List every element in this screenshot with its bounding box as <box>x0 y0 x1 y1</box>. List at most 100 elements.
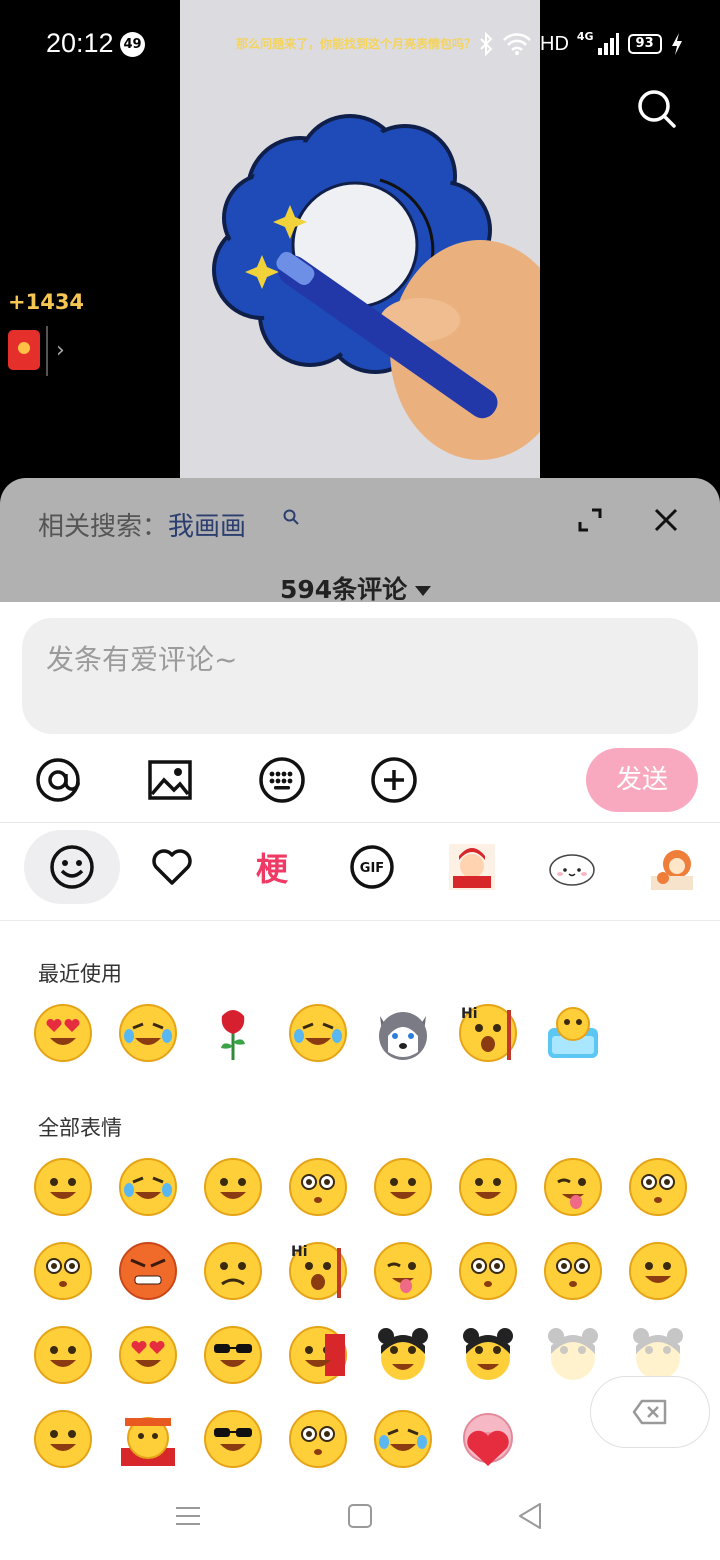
emoji-pig-29[interactable] <box>457 1408 519 1470</box>
emoji-fa-cai-19[interactable] <box>287 1324 349 1386</box>
emoji-wow-8[interactable] <box>32 1240 94 1302</box>
svg-text:Hi: Hi <box>461 1006 478 1022</box>
tab-geng-label: 梗 <box>255 850 288 888</box>
emoji-tongue-6[interactable] <box>542 1156 604 1218</box>
status-time: 20:12 <box>46 28 114 58</box>
comment-input[interactable]: 发条有爱评论~ <box>22 618 698 734</box>
battery-icon: 93 <box>627 34 662 54</box>
emoji-girl-21[interactable] <box>457 1324 519 1386</box>
emoji-wow-14[interactable] <box>542 1240 604 1302</box>
emoji-category-tabs: 梗 GIF <box>0 830 720 908</box>
tab-geng[interactable]: 梗 <box>224 830 320 904</box>
emoji-laugh-cry-28[interactable] <box>372 1408 434 1470</box>
emoji-laborday-25[interactable] <box>117 1408 179 1470</box>
emoji-girl-20[interactable] <box>372 1324 434 1386</box>
expand-icon[interactable] <box>576 506 604 534</box>
comment-panel-header: 相关搜索：我画画 594条评论 <box>0 478 720 604</box>
tab-favorites[interactable] <box>124 830 220 904</box>
system-nav-bar <box>0 1472 720 1560</box>
red-packet-icon[interactable] <box>8 330 40 370</box>
divider <box>0 822 720 823</box>
emoji-tongue-12[interactable] <box>372 1240 434 1302</box>
recent-emoji-laugh-cry-1[interactable] <box>117 1002 179 1064</box>
emoji-heart-eyes-17[interactable] <box>117 1324 179 1386</box>
backspace-icon <box>632 1399 667 1425</box>
home-icon[interactable] <box>344 1500 376 1532</box>
divider <box>0 920 720 921</box>
sticker-pack-fortune-icon <box>449 844 495 890</box>
image-icon[interactable] <box>144 754 196 806</box>
emoji-shades-26[interactable] <box>202 1408 264 1470</box>
svg-text:GIF: GIF <box>360 861 384 876</box>
emoji-smile-2[interactable] <box>202 1156 264 1218</box>
tab-sticker-pack-3[interactable] <box>624 830 720 904</box>
keyboard-icon[interactable] <box>256 754 308 806</box>
gif-icon: GIF <box>350 845 394 889</box>
chevron-right-icon[interactable]: › <box>56 338 65 363</box>
emoji-smile-0[interactable] <box>32 1156 94 1218</box>
search-icon <box>638 90 676 128</box>
recent-emoji-title: 最近使用 <box>38 962 122 986</box>
status-icons: HD 4G 93 <box>478 30 684 58</box>
hd-label: HD <box>540 32 569 55</box>
recent-emoji-sleep-6[interactable] <box>542 1002 604 1064</box>
comment-count[interactable]: 594条评论 <box>280 570 432 606</box>
comment-composer: 发条有爱评论~ 发送 梗 GIF 最近使用 Hi 全部表情 Hi <box>0 602 720 1560</box>
emoji-smile-24[interactable] <box>32 1408 94 1470</box>
network-label: 4G <box>576 29 594 43</box>
send-button[interactable]: 发送 <box>586 748 698 812</box>
smiley-icon <box>50 845 94 889</box>
wifi-icon <box>503 33 531 55</box>
ticker-text: 那么问题来了，你能找到这个月亮表情包吗？ <box>236 37 477 51</box>
tab-sticker-pack-2[interactable] <box>524 830 620 904</box>
all-emoji-title: 全部表情 <box>38 1116 122 1140</box>
caret-down-icon <box>415 586 432 596</box>
signal-icon <box>597 33 619 55</box>
svg-text:Hi: Hi <box>291 1244 308 1260</box>
backspace-button[interactable] <box>590 1376 710 1448</box>
emoji-smile-4[interactable] <box>372 1156 434 1218</box>
related-search[interactable]: 相关搜索：我画画 <box>38 506 246 543</box>
comment-count-label: 594条评论 <box>280 575 408 604</box>
sticker-pack-character-icon <box>651 850 693 890</box>
emoji-smile-5[interactable] <box>457 1156 519 1218</box>
divider <box>46 326 48 376</box>
related-search-keyword[interactable]: 我画画 <box>168 512 246 542</box>
emoji-wow-3[interactable] <box>287 1156 349 1218</box>
emoji-sad-10[interactable] <box>202 1240 264 1302</box>
recent-emoji-laugh-cry-3[interactable] <box>287 1002 349 1064</box>
back-icon[interactable] <box>514 1500 546 1532</box>
plus-icon[interactable] <box>368 754 420 806</box>
emoji-smile-16[interactable] <box>32 1324 94 1386</box>
mention-icon[interactable] <box>32 754 84 806</box>
emoji-wow-13[interactable] <box>457 1240 519 1302</box>
recent-emoji-rose-2[interactable] <box>202 1002 264 1064</box>
heart-icon <box>152 849 192 885</box>
tab-emoji[interactable] <box>24 830 120 904</box>
tab-sticker-pack-1[interactable] <box>424 830 520 904</box>
sticker-pack-dumpling-icon <box>549 854 595 886</box>
related-search-prefix: 相关搜索： <box>38 512 169 542</box>
emoji-smile-15[interactable] <box>627 1240 689 1302</box>
tab-gif[interactable]: GIF <box>324 830 420 904</box>
search-icon <box>283 509 299 525</box>
bluetooth-icon <box>480 32 493 56</box>
composer-toolbar: 发送 <box>0 748 720 812</box>
search-button[interactable] <box>632 84 680 132</box>
recent-emoji-heart-eyes-0[interactable] <box>32 1002 94 1064</box>
emoji-wow-27[interactable] <box>287 1408 349 1470</box>
close-icon[interactable] <box>652 506 680 534</box>
status-bar: 20:12 49 那么问题来了，你能找到这个月亮表情包吗？ HD 4G 93 <box>0 0 720 88</box>
coin-count: +1434 <box>8 290 85 314</box>
recent-emoji-husky-4[interactable] <box>372 1002 434 1064</box>
emoji-angry-9[interactable] <box>117 1240 179 1302</box>
emoji-hi-11[interactable]: Hi <box>287 1240 349 1302</box>
menu-icon[interactable] <box>172 1500 204 1532</box>
charging-icon <box>671 33 682 55</box>
recent-emoji-hi-5[interactable]: Hi <box>457 1002 519 1064</box>
emoji-girl-faded-22[interactable] <box>542 1324 604 1386</box>
emoji-wow-7[interactable] <box>627 1156 689 1218</box>
notification-badge: 49 <box>120 32 145 57</box>
emoji-shades-18[interactable] <box>202 1324 264 1386</box>
emoji-laugh-cry-1[interactable] <box>117 1156 179 1218</box>
